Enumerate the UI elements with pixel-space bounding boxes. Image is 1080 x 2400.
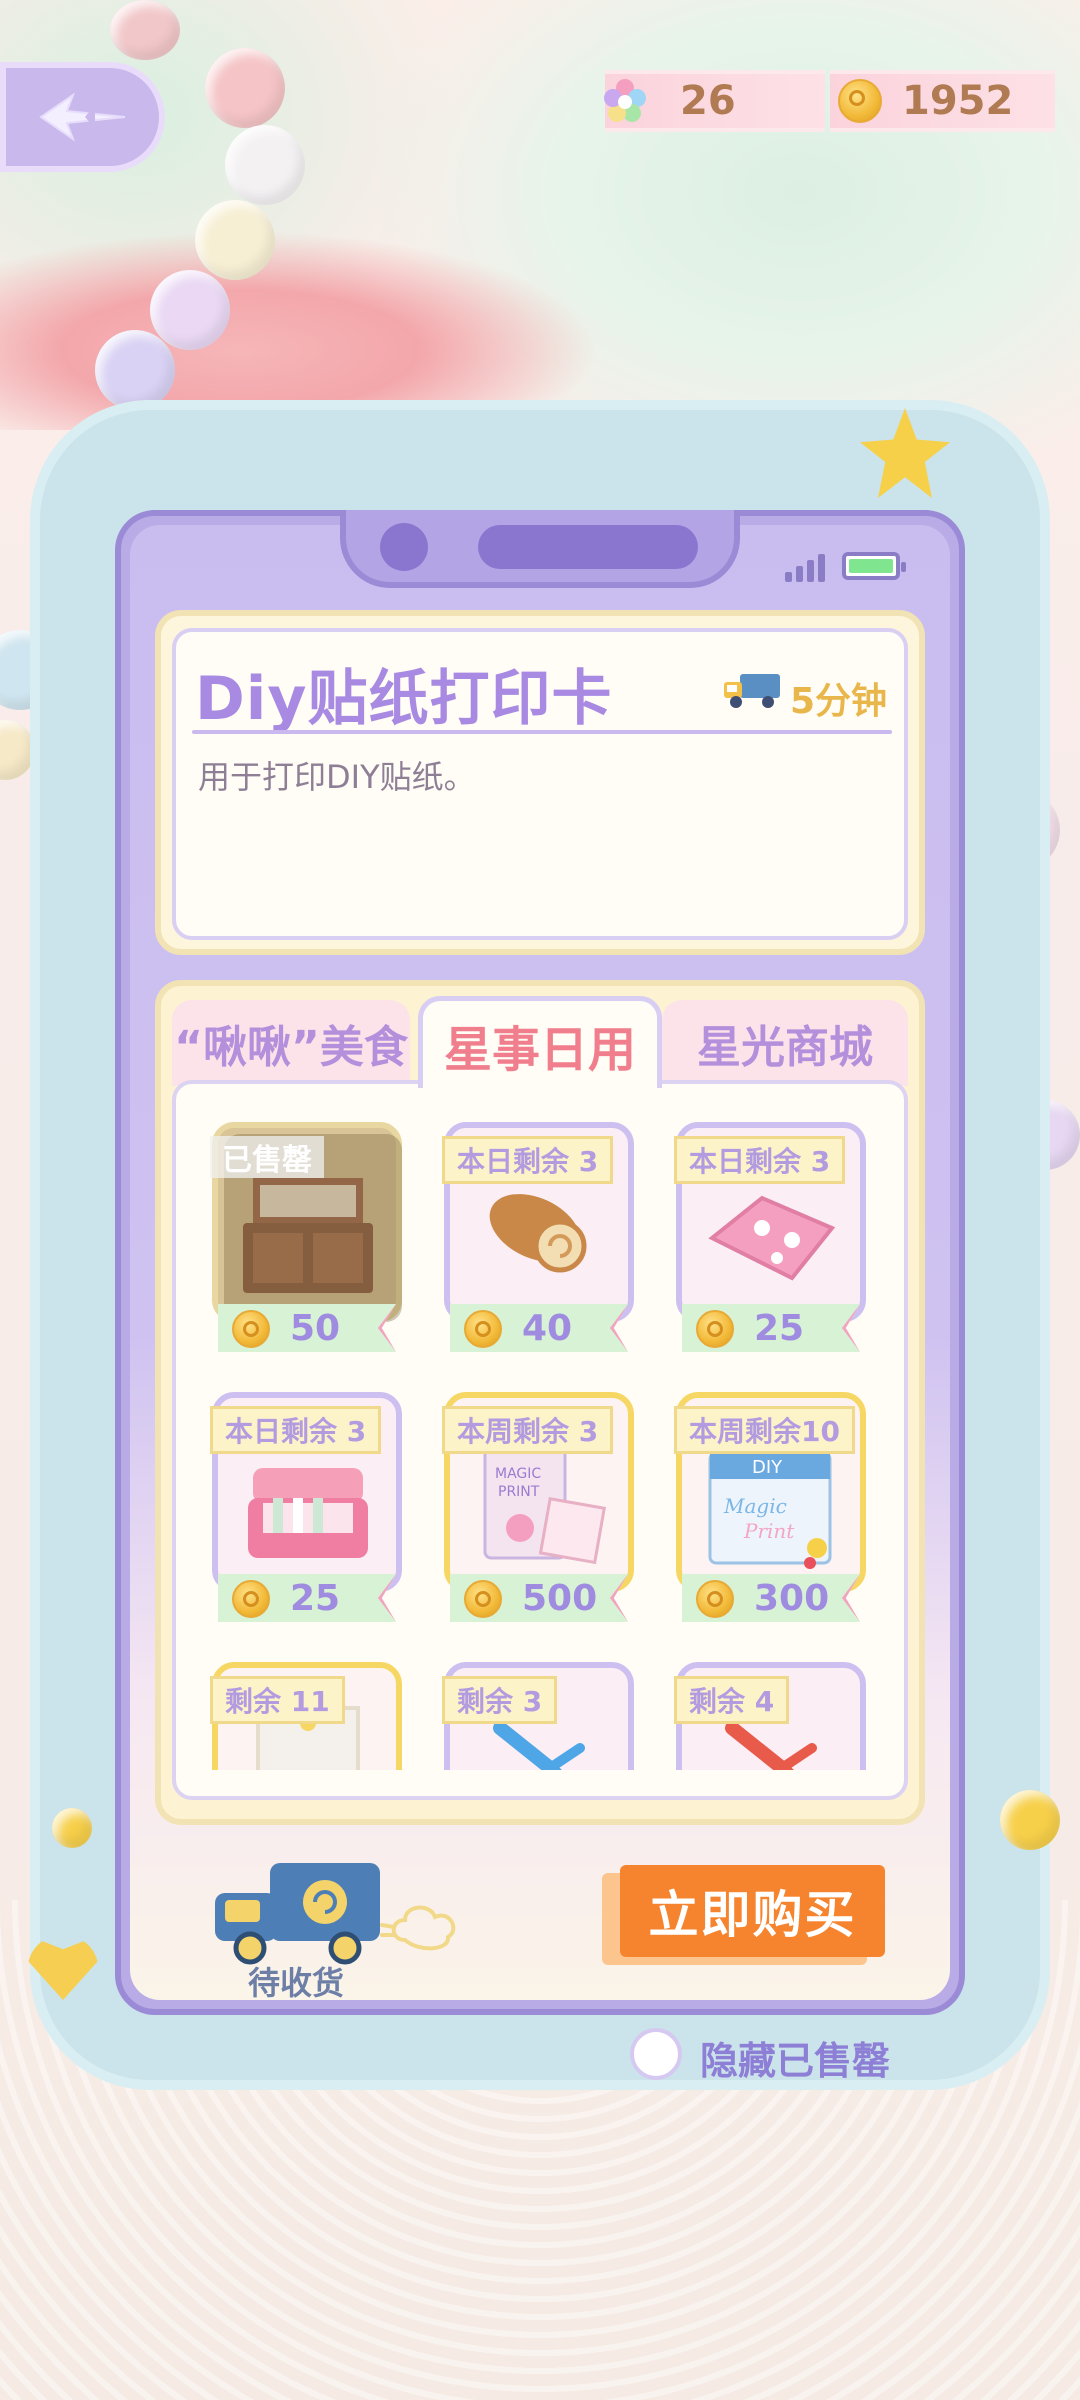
svg-text:MAGIC: MAGIC (495, 1466, 541, 1482)
bead-decoration (195, 200, 275, 280)
shop-item[interactable]: 剩余 3 (442, 1662, 634, 1770)
bead-decoration (52, 1808, 92, 1848)
price-tag: 25 (682, 1304, 860, 1352)
battery-icon (842, 552, 906, 580)
exhaust-cloud-icon (380, 1905, 456, 1951)
camera-icon (380, 523, 428, 571)
price-value: 300 (754, 1577, 830, 1619)
price-tag: 50 (218, 1304, 396, 1352)
price-tag: 25 (218, 1574, 396, 1622)
price-value: 40 (522, 1307, 573, 1349)
coin-icon (464, 1580, 502, 1618)
shop-item[interactable]: 剩余 11 (210, 1662, 402, 1770)
bead-decoration (1000, 1790, 1060, 1850)
shop-item[interactable]: DIY Magic Print 本周剩余10 300 (674, 1392, 866, 1622)
delivery-truck-icon (724, 674, 780, 708)
shop-item[interactable]: 本日剩余 3 40 (442, 1122, 634, 1352)
svg-text:Magic: Magic (723, 1494, 787, 1518)
shop-item[interactable]: 已售罄 50 (210, 1122, 402, 1352)
price-value: 50 (290, 1307, 341, 1349)
shop-item[interactable]: 本日剩余 3 25 (674, 1122, 866, 1352)
bead-decoration (110, 0, 180, 60)
bead-decoration (150, 270, 230, 350)
coin-icon (696, 1580, 734, 1618)
price-tag: 500 (450, 1574, 628, 1622)
bead-decoration (205, 48, 285, 128)
shop-item[interactable]: 剩余 4 (674, 1662, 866, 1770)
delivery-time: 5分钟 (790, 681, 888, 722)
star-currency-display: 26 (604, 70, 825, 132)
item-grid: 已售罄 50 本日剩余 3 40 本日剩余 3 25 本日剩余 3 25 MAG… (190, 1110, 890, 1770)
tab-star-mall[interactable]: 星光商城 (662, 1000, 908, 1086)
rainbow-star-icon (604, 79, 646, 122)
stock-tag: 本日剩余 3 (210, 1406, 382, 1454)
tab-food[interactable]: “啾啾”美食 (172, 1000, 410, 1086)
shop-item[interactable]: MAGIC PRINT 本周剩余 3 500 (442, 1392, 634, 1622)
price-value: 25 (754, 1307, 805, 1349)
coin-count: 1952 (902, 78, 1014, 124)
sold-out-tag: 已售罄 (210, 1136, 324, 1178)
price-value: 25 (290, 1577, 341, 1619)
bead-decoration (225, 125, 305, 205)
stock-tag: 剩余 4 (674, 1676, 790, 1724)
coin-icon (696, 1310, 734, 1348)
price-value: 500 (522, 1577, 598, 1619)
price-tag: 300 (682, 1574, 860, 1622)
stock-tag: 本周剩余10 (674, 1406, 855, 1454)
coin-icon (232, 1580, 270, 1618)
hide-sold-out-label[interactable]: 隐藏已售罄 (700, 2030, 890, 2085)
back-button[interactable] (0, 62, 165, 172)
coin-icon (464, 1310, 502, 1348)
pending-delivery-truck-icon[interactable] (210, 1858, 385, 1968)
stock-tag: 剩余 3 (442, 1676, 558, 1724)
price-tag: 40 (450, 1304, 628, 1352)
star-count: 26 (680, 78, 736, 124)
stock-tag: 本周剩余 3 (442, 1406, 614, 1454)
title-divider (192, 730, 892, 734)
buy-now-button[interactable]: 立即购买 (620, 1865, 885, 1957)
svg-text:Print: Print (743, 1519, 795, 1543)
tab-daily-goods[interactable]: 星事日用 (418, 996, 662, 1088)
hide-sold-out-checkbox[interactable] (630, 2028, 682, 2080)
signal-icon (785, 552, 830, 582)
shop-item[interactable]: 本日剩余 3 25 (210, 1392, 402, 1622)
svg-text:PRINT: PRINT (498, 1484, 540, 1500)
bead-decoration (95, 330, 175, 410)
item-title: Diy贴纸打印卡 (195, 664, 613, 734)
stock-tag: 本日剩余 3 (674, 1136, 846, 1184)
stock-tag: 剩余 11 (210, 1676, 345, 1724)
coin-currency-display: 1952 (830, 70, 1055, 132)
item-description: 用于打印DIY贴纸。 (198, 758, 476, 796)
coin-icon (838, 79, 882, 123)
stock-tag: 本日剩余 3 (442, 1136, 614, 1184)
pending-delivery-label[interactable]: 待收货 (248, 1958, 344, 2004)
coin-icon (232, 1310, 270, 1348)
back-arrow-icon (38, 92, 125, 142)
speaker-icon (478, 525, 698, 569)
svg-text:DIY: DIY (752, 1457, 783, 1478)
